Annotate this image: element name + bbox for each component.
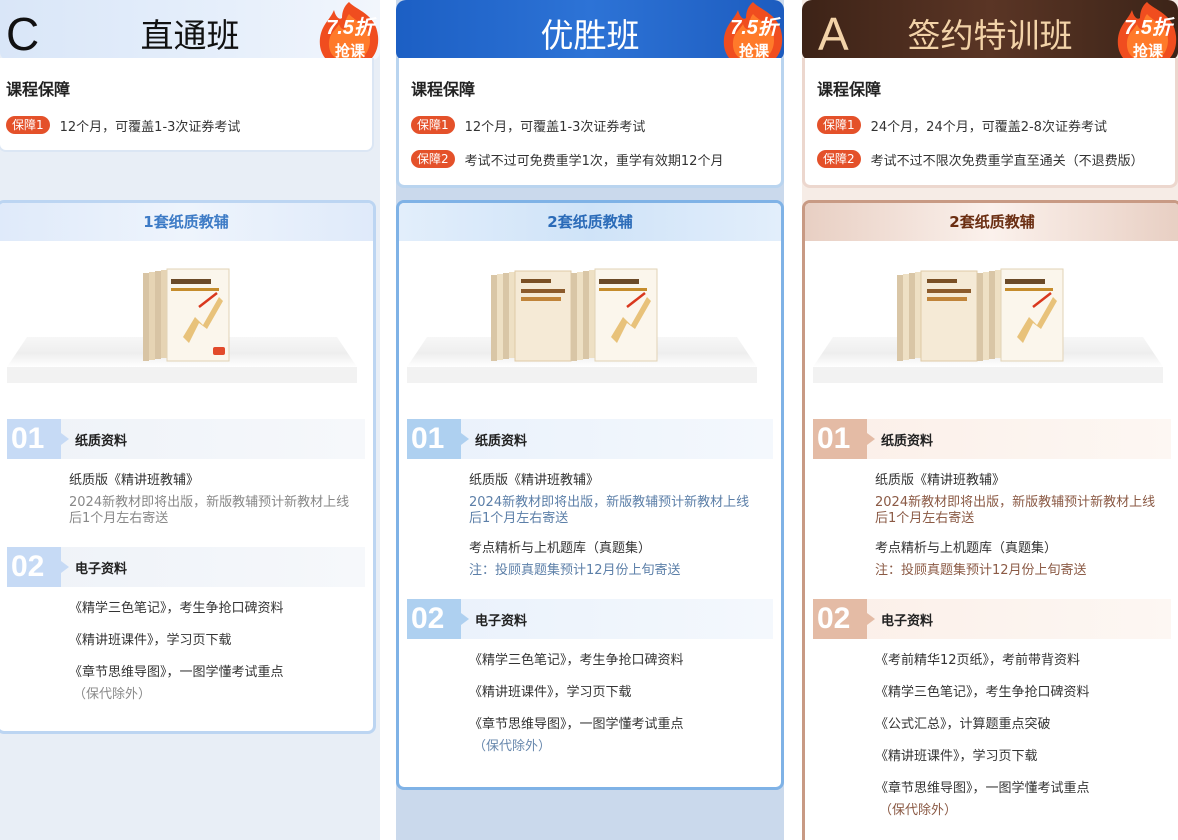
digital-item: 《章节思维导图》，一图学懂考试重点 (469, 717, 684, 732)
plan-column-c: C 直通班 7.5折 抢课 课程保障 保障1 12个月，可覆盖1-3次证券考试 … (0, 0, 380, 840)
plan-header-a: A 签约特训班 7.5折 抢课 (802, 0, 1178, 60)
paper-items: 纸质版《精讲班教辅》 2024新教材即将出版，新版教辅预计新教材上线后1个月左右… (399, 459, 781, 579)
digital-item: 《精学三色笔记》，考生争抢口碑资料 (875, 685, 1090, 700)
guarantee-text: 24个月，24个月，可覆盖2-8次证券考试 (870, 119, 1107, 135)
paper-item-note: 2024新教材即将出版，新版教辅预计新教材上线后1个月左右寄送 (69, 495, 350, 526)
guarantee-card: 课程保障 保障1 12个月，可覆盖1-3次证券考试 (0, 58, 374, 152)
digital-items: 《精学三色笔记》，考生争抢口碑资料 《精讲班课件》，学习页下载 《章节思维导图》… (0, 587, 373, 703)
plan-column-b: 优胜班 7.5折 抢课 课程保障 保障1 12个月，可覆盖1-3次证券考试 保障… (396, 0, 784, 840)
digital-item: 《章节思维导图》，一图学懂考试重点 (69, 665, 284, 680)
guarantee-title: 课程保障 (6, 80, 71, 99)
digital-items: 《精学三色笔记》，考生争抢口碑资料 《精讲班课件》，学习页下载 《章节思维导图》… (399, 639, 781, 755)
guarantee-title: 课程保障 (817, 80, 882, 99)
section-digital: 02 电子资料 (407, 599, 773, 639)
guarantee-tag: 保障1 (6, 116, 50, 134)
digital-exclusion-note: （保代除外） (73, 687, 152, 702)
digital-exclusion-note: （保代除外） (879, 803, 958, 818)
section-paper: 01 纸质资料 (813, 419, 1171, 459)
guarantee-item: 保障1 24个月，24个月，可覆盖2-8次证券考试 (817, 116, 1169, 135)
section-title: 纸质资料 (475, 433, 528, 449)
paper-item-note: 2024新教材即将出版，新版教辅预计新教材上线后1个月左右寄送 (469, 495, 750, 526)
paper-items: 纸质版《精讲班教辅》 2024新教材即将出版，新版教辅预计新教材上线后1个月左右… (0, 459, 373, 527)
paper-item-name: 纸质版《精讲班教辅》 (875, 473, 1006, 488)
paper-item-name: 纸质版《精讲班教辅》 (469, 473, 600, 488)
section-digital: 02 电子资料 (813, 599, 1171, 639)
guarantee-text: 考试不过可免费重学1次，重学有效期12个月 (464, 153, 724, 169)
guarantee-tag: 保障2 (411, 150, 455, 168)
section-title: 纸质资料 (75, 433, 128, 449)
digital-item: 《公式汇总》，计算题重点突破 (875, 717, 1051, 732)
section-number: 01 (7, 419, 69, 459)
section-title: 电子资料 (881, 613, 934, 629)
section-number: 02 (407, 599, 469, 639)
guarantee-item: 保障1 12个月，可覆盖1-3次证券考试 (6, 116, 366, 135)
digital-items: 《考前精华12页纸》，考前带背资料 《精学三色笔记》，考生争抢口碑资料 《公式汇… (805, 639, 1178, 819)
flame-discount-badge-icon[interactable]: 7.5折 抢课 (720, 0, 784, 60)
paper-item-name: 考点精析与上机题库（真题集） (875, 541, 1058, 556)
guarantee-card: 课程保障 保障1 24个月，24个月，可覆盖2-8次证券考试 保障2 考试不过不… (802, 58, 1178, 188)
material-card: 2套纸质教辅 01 纸质资料 纸质版《精讲班教辅》 2024新教材即将出版，新版… (802, 200, 1178, 840)
plan-header-c: C 直通班 7.5折 抢课 (0, 0, 380, 60)
section-paper: 01 纸质资料 (407, 419, 773, 459)
material-card: 2套纸质教辅 01 纸质资料 纸质版《精讲班教辅》 2024新教材即将出版，新版… (396, 200, 784, 790)
digital-item: 《精讲班课件》，学习页下载 (875, 749, 1038, 764)
book-display (805, 241, 1178, 411)
paper-item-note: 注：投顾真题集预计12月份上旬寄送 (875, 563, 1087, 578)
textbook-stack-image (143, 268, 230, 362)
textbook-stack-image (491, 268, 658, 362)
digital-item: 《章节思维导图》，一图学懂考试重点 (875, 781, 1090, 796)
digital-exclusion-note: （保代除外） (473, 739, 552, 754)
guarantee-item: 保障2 考试不过可免费重学1次，重学有效期12个月 (411, 150, 775, 169)
guarantee-item: 保障1 12个月，可覆盖1-3次证券考试 (411, 116, 775, 135)
section-number: 01 (813, 419, 875, 459)
guarantee-card: 课程保障 保障1 12个月，可覆盖1-3次证券考试 保障2 考试不过可免费重学1… (396, 58, 784, 188)
plan-header-b: 优胜班 7.5折 抢课 (396, 0, 784, 60)
book-display (0, 241, 373, 411)
section-number: 01 (407, 419, 469, 459)
digital-item: 《考前精华12页纸》，考前带背资料 (875, 653, 1081, 668)
material-card: 1套纸质教辅 01 纸质资料 纸质版《精讲班教辅》 2024新教材即将出版，新版… (0, 200, 376, 734)
digital-item: 《精学三色笔记》，考生争抢口碑资料 (69, 601, 284, 616)
flame-discount-badge-icon[interactable]: 7.5折 抢课 (316, 0, 380, 60)
section-digital: 02 电子资料 (7, 547, 365, 587)
book-display (399, 241, 781, 411)
digital-item: 《精讲班课件》，学习页下载 (69, 633, 232, 648)
paper-item-note: 2024新教材即将出版，新版教辅预计新教材上线后1个月左右寄送 (875, 495, 1156, 526)
paper-item-name: 纸质版《精讲班教辅》 (69, 473, 200, 488)
guarantee-tag: 保障1 (817, 116, 861, 134)
paper-item-note: 注：投顾真题集预计12月份上旬寄送 (469, 563, 681, 578)
badge-discount-text: 7.5折 (1124, 16, 1175, 39)
section-title: 电子资料 (475, 613, 528, 629)
guarantee-text: 考试不过不限次免费重学直至通关（不退费版） (870, 153, 1144, 169)
section-number: 02 (7, 547, 69, 587)
section-title: 纸质资料 (881, 433, 934, 449)
guarantee-text: 12个月，可覆盖1-3次证券考试 (464, 119, 646, 135)
material-title: 2套纸质教辅 (805, 203, 1178, 241)
guarantee-tag: 保障2 (817, 150, 861, 168)
digital-item: 《精学三色笔记》，考生争抢口碑资料 (469, 653, 684, 668)
digital-item: 《精讲班课件》，学习页下载 (469, 685, 632, 700)
material-title: 2套纸质教辅 (399, 203, 781, 241)
textbook-stack-image (897, 268, 1064, 362)
flame-discount-badge-icon[interactable]: 7.5折 抢课 (1114, 0, 1178, 60)
plan-column-a: A 签约特训班 7.5折 抢课 课程保障 保障1 24个月，24个月，可覆盖2-… (802, 0, 1178, 840)
badge-discount-text: 7.5折 (326, 16, 377, 39)
section-number: 02 (813, 599, 875, 639)
guarantee-tag: 保障1 (411, 116, 455, 134)
badge-discount-text: 7.5折 (730, 16, 781, 39)
paper-items: 纸质版《精讲班教辅》 2024新教材即将出版，新版教辅预计新教材上线后1个月左右… (805, 459, 1178, 579)
guarantee-text: 12个月，可覆盖1-3次证券考试 (59, 119, 241, 135)
guarantee-item: 保障2 考试不过不限次免费重学直至通关（不退费版） (817, 150, 1169, 169)
material-title: 1套纸质教辅 (0, 203, 373, 241)
section-title: 电子资料 (75, 561, 128, 577)
paper-item-name: 考点精析与上机题库（真题集） (469, 541, 652, 556)
guarantee-title: 课程保障 (411, 80, 476, 99)
section-paper: 01 纸质资料 (7, 419, 365, 459)
